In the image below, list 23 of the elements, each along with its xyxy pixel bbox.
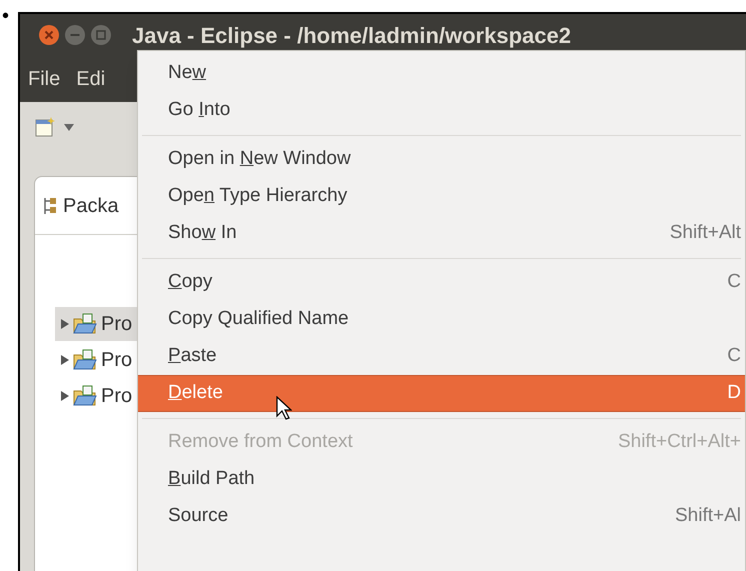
project-name: Pro	[101, 312, 132, 337]
shortcut-label: D	[727, 381, 741, 406]
shortcut-label: Shift+Al	[674, 504, 741, 528]
menu-item-label: Open in New Window	[168, 147, 351, 172]
menu-item-label: Show In	[168, 221, 237, 246]
menu-item-label: Copy Qualified Name	[168, 307, 349, 332]
menu-item-label: Delete	[168, 381, 223, 406]
menu-item-label: Go Into	[168, 98, 230, 122]
window-title: Java - Eclipse - /home/ladmin/workspace2	[132, 22, 571, 50]
project-name: Pro	[101, 384, 132, 409]
menu-item-label: Build Path	[168, 467, 255, 492]
shortcut-label: Shift+Ctrl+Alt+	[618, 430, 741, 454]
menu-item-label: Source	[168, 504, 228, 528]
project-name: Pro	[101, 348, 132, 373]
menu-item-label: Paste	[168, 344, 217, 368]
bullet: •	[2, 6, 10, 26]
menu-item-label: Copy	[168, 270, 212, 294]
shortcut-label: C	[727, 344, 741, 368]
menu-item-label: New	[168, 61, 206, 86]
menu-item-label: Open Type Hierarchy	[168, 184, 348, 208]
shortcut-label: Shift+Alt	[670, 221, 741, 246]
shortcut-label: C	[727, 270, 741, 294]
menu-item-label: Remove from Context	[168, 430, 353, 454]
